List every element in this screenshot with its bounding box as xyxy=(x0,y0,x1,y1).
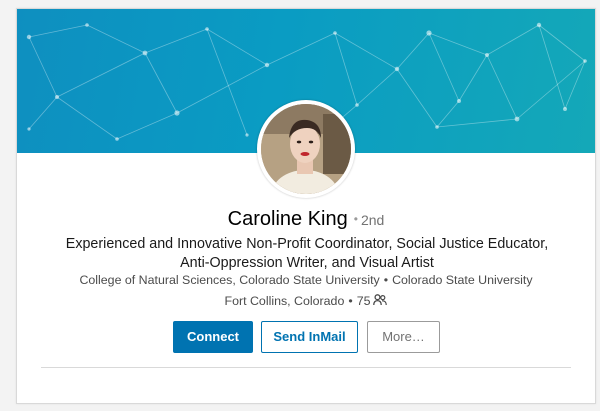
education-school[interactable]: College of Natural Sciences, Colorado St… xyxy=(79,273,379,287)
people-icon xyxy=(373,294,388,309)
profile-education: College of Natural Sciences, Colorado St… xyxy=(17,273,595,287)
section-divider xyxy=(41,367,571,368)
more-button[interactable]: More… xyxy=(367,321,440,353)
profile-name-row: Caroline King • 2nd xyxy=(17,208,595,231)
bullet-separator: • xyxy=(383,273,389,287)
send-inmail-button[interactable]: Send InMail xyxy=(261,321,358,353)
profile-card: Caroline King • 2nd Experienced and Innova… xyxy=(16,8,596,404)
profile-avatar[interactable] xyxy=(257,100,355,198)
profile-name: Caroline King xyxy=(227,208,348,230)
connect-button[interactable]: Connect xyxy=(173,321,253,353)
profile-location: Fort Collins, Colorado xyxy=(224,294,345,308)
education-university[interactable]: Colorado State University xyxy=(392,273,533,287)
avatar-photo xyxy=(261,104,351,194)
connection-count[interactable]: 75 xyxy=(357,294,371,308)
bullet-separator: • xyxy=(348,294,353,308)
profile-location-row: Fort Collins, Colorado • 75 xyxy=(17,294,595,309)
bullet-separator: • xyxy=(353,212,358,226)
connection-degree: 2nd xyxy=(360,212,385,228)
profile-headline: Experienced and Innovative Non-Profit Co… xyxy=(65,236,549,271)
